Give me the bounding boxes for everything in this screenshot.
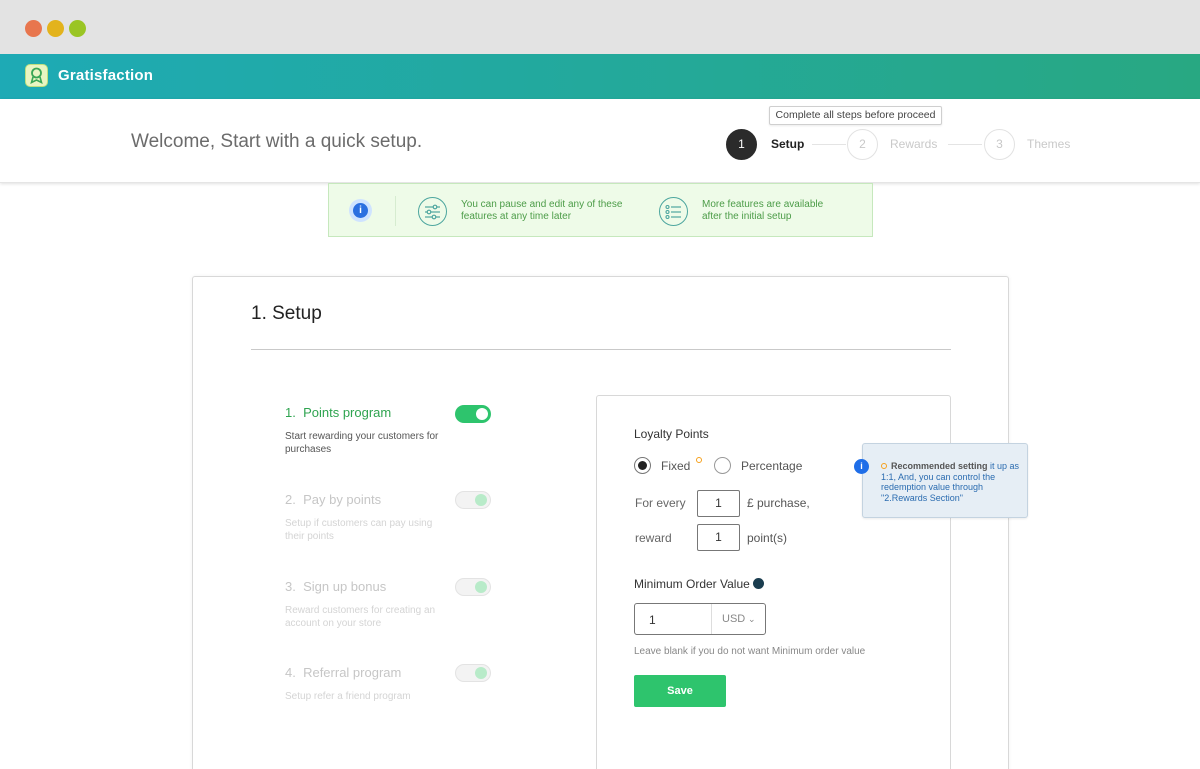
fixed-radio[interactable] (634, 457, 651, 474)
save-button[interactable]: Save (634, 675, 726, 707)
minimize-window-button[interactable] (47, 20, 64, 37)
recommended-dot-icon (696, 457, 702, 463)
program-sign-up-bonus[interactable]: 3. Sign up bonus Reward customers for cr… (285, 579, 445, 630)
for-every-input[interactable]: 1 (697, 490, 740, 517)
purchase-label: £ purchase, (747, 496, 810, 510)
setup-card: 1. Setup 1. Points program Start rewardi… (192, 276, 1009, 769)
program-referral[interactable]: 4. Referral program Setup refer a friend… (285, 665, 445, 703)
steps-note-tooltip: Complete all steps before proceed (769, 106, 942, 125)
maximize-window-button[interactable] (69, 20, 86, 37)
sliders-icon (418, 197, 447, 226)
program-title: Points program (303, 405, 392, 420)
step-3-circle[interactable]: 3 (984, 129, 1015, 160)
banner-features-text: More features are available after the in… (702, 199, 824, 222)
tooltip-heading: Recommended setting (891, 461, 988, 471)
minimum-order-hint: Leave blank if you do not want Minimum o… (634, 646, 866, 657)
percentage-radio[interactable] (714, 457, 731, 474)
close-window-button[interactable] (25, 20, 42, 37)
divider (251, 349, 951, 350)
page-title: Welcome, Start with a quick setup. (131, 131, 423, 152)
banner-pause-text: You can pause and edit any of these feat… (461, 199, 623, 222)
program-title: Sign up bonus (303, 579, 387, 594)
step-connector (948, 144, 982, 145)
help-icon[interactable] (753, 578, 764, 589)
step-1-label[interactable]: Setup (771, 137, 804, 151)
program-desc: Setup refer a friend program (285, 691, 411, 702)
minimum-order-input[interactable]: 1 (649, 613, 656, 627)
program-points[interactable]: 1. Points program Start rewarding your c… (285, 405, 445, 456)
referral-program-toggle[interactable] (455, 664, 491, 682)
step-connector (812, 144, 846, 145)
info-icon: i (349, 199, 372, 222)
setup-title: 1. Setup (251, 303, 322, 324)
minimum-order-field[interactable]: 1 USD ⌄ (634, 603, 766, 635)
for-every-label: For every (635, 496, 686, 510)
info-icon: i (854, 459, 869, 474)
program-desc: Reward customers for creating an account… (285, 605, 436, 629)
minimum-order-label: Minimum Order Value (634, 577, 750, 591)
list-icon (659, 197, 688, 226)
info-banner: i You can pause and edit any of these fe… (328, 183, 873, 237)
program-title: Pay by points (303, 492, 382, 507)
program-pay-by-points[interactable]: 2. Pay by points Setup if customers can … (285, 492, 445, 543)
program-desc: Setup if customers can pay using their p… (285, 518, 433, 542)
currency-select[interactable]: USD (722, 613, 745, 625)
banner-divider (395, 196, 396, 226)
step-2-label[interactable]: Rewards (890, 137, 937, 151)
program-number: 2. (285, 492, 296, 507)
program-number: 4. (285, 665, 296, 680)
recommendation-tooltip: i Recommended setting it up as 1:1, And,… (854, 443, 1028, 518)
recommended-dot-icon (881, 463, 887, 469)
step-1-circle[interactable]: 1 (726, 129, 757, 160)
points-program-toggle[interactable] (455, 405, 491, 423)
percentage-label[interactable]: Percentage (741, 459, 802, 473)
pay-by-points-toggle[interactable] (455, 491, 491, 509)
step-3-label[interactable]: Themes (1027, 137, 1070, 151)
gratisfaction-logo-icon (25, 64, 48, 87)
step-2-circle[interactable]: 2 (847, 129, 878, 160)
program-desc: Start rewarding your customers for purch… (285, 431, 439, 455)
setup-header: Welcome, Start with a quick setup. Compl… (0, 99, 1200, 183)
input-divider (711, 604, 712, 634)
app-bar: Gratisfaction (0, 54, 1200, 99)
program-number: 1. (285, 405, 296, 420)
window-titlebar (0, 0, 1200, 54)
brand-name: Gratisfaction (58, 67, 154, 84)
program-number: 3. (285, 579, 296, 594)
program-title: Referral program (303, 665, 402, 680)
reward-label: reward (635, 531, 672, 545)
sign-up-bonus-toggle[interactable] (455, 578, 491, 596)
reward-input[interactable]: 1 (697, 524, 740, 551)
loyalty-points-title: Loyalty Points (634, 427, 709, 441)
fixed-label[interactable]: Fixed (661, 459, 690, 473)
chevron-down-icon[interactable]: ⌄ (748, 614, 756, 625)
points-label: point(s) (747, 531, 788, 545)
